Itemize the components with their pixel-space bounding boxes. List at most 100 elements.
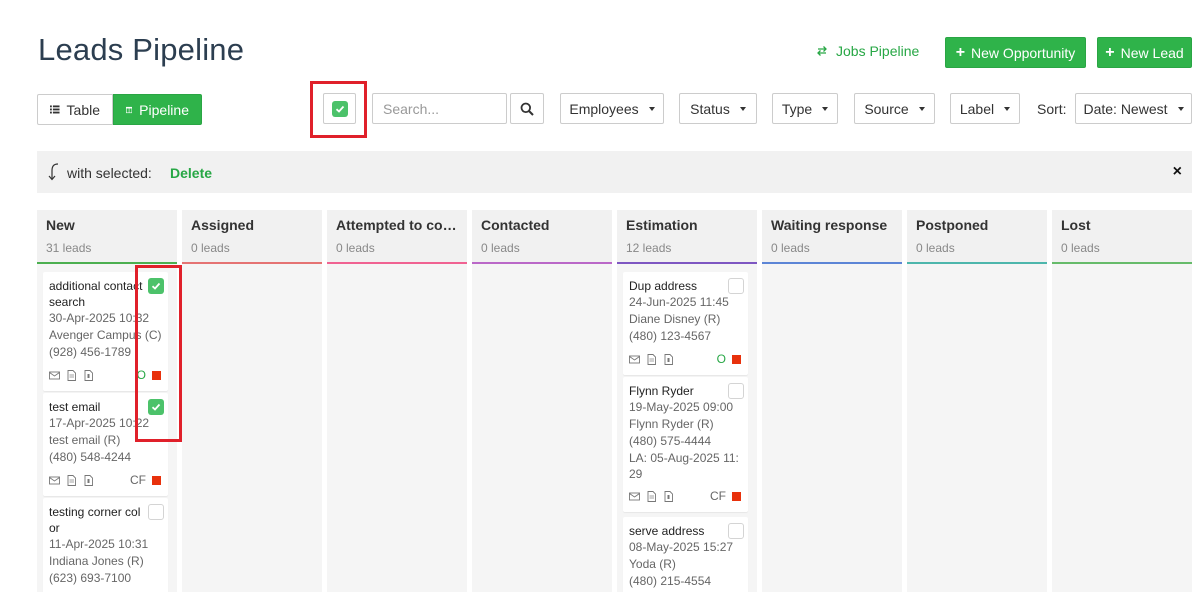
lead-select-checkbox[interactable]	[728, 523, 744, 542]
column-lead-count: 12 leads	[626, 241, 672, 255]
attachment-doc-icon	[84, 475, 93, 486]
column-title: New	[46, 217, 75, 233]
lead-contact: Avenger Campus (C)	[49, 328, 162, 342]
bulk-action-bar: with selected: Delete ×	[37, 151, 1192, 193]
checkbox-checked-icon	[148, 399, 164, 415]
column-header[interactable]: New 31 leads	[37, 210, 177, 264]
view-toggle: Table Pipeline	[37, 94, 202, 125]
delete-selected-link[interactable]: Delete	[170, 165, 212, 181]
priority-square-icon	[152, 476, 161, 485]
mail-icon	[49, 476, 60, 485]
lead-tag: O	[136, 368, 146, 382]
mail-icon	[49, 371, 60, 380]
column-header[interactable]: Postponed 0 leads	[907, 210, 1047, 264]
lead-card[interactable]: test email 17-Apr-2025 10:22 test email (R…	[43, 393, 168, 496]
column-color-bar	[1052, 262, 1192, 264]
lead-card[interactable]: Flynn Ryder 19-May-2025 09:00 Flynn Ryder …	[623, 377, 748, 512]
new-lead-label: New Lead	[1120, 44, 1184, 61]
lead-select-checkbox[interactable]	[148, 504, 164, 523]
lead-title: Flynn Ryder	[629, 384, 694, 398]
lead-date: 30-Apr-2025 10:32	[49, 311, 150, 325]
employees-dropdown[interactable]: Employees	[560, 93, 664, 124]
column-color-bar	[327, 262, 467, 264]
lead-select-checkbox[interactable]	[728, 383, 744, 402]
search-button[interactable]	[510, 93, 544, 124]
checkbox-empty-icon	[728, 278, 744, 294]
new-lead-button[interactable]: + New Lead	[1097, 37, 1192, 68]
column-title: Estimation	[626, 217, 698, 233]
priority-square-icon	[732, 355, 741, 364]
plus-icon: +	[955, 43, 966, 61]
pipeline-column: New 31 leads additional contact search 30-A…	[37, 210, 177, 592]
new-opportunity-label: New Opportunity	[971, 44, 1076, 61]
new-opportunity-button[interactable]: + New Opportunity	[945, 37, 1086, 68]
column-title: Attempted to contact	[336, 217, 458, 233]
search-input[interactable]	[372, 93, 507, 124]
column-header[interactable]: Contacted 0 leads	[472, 210, 612, 264]
close-icon[interactable]: ×	[1173, 163, 1182, 181]
lead-card[interactable]: testing corner color 11-Apr-2025 10:31 Ind…	[43, 498, 168, 592]
lead-phone: (623) 693-7100	[49, 571, 132, 585]
column-header[interactable]: Attempted to contact 0 leads	[327, 210, 467, 264]
lead-select-checkbox[interactable]	[148, 399, 164, 415]
column-header[interactable]: Assigned 0 leads	[182, 210, 322, 264]
corner-arrow-icon	[48, 163, 59, 181]
lead-card[interactable]: serve address 08-May-2025 15:27 Yoda (R) (4…	[623, 517, 748, 592]
lead-title: testing corner color	[49, 505, 141, 535]
pipeline-column: Lost 0 leads	[1052, 210, 1192, 592]
lead-contact: Indiana Jones (R)	[49, 554, 144, 568]
pipeline-column: Postponed 0 leads	[907, 210, 1047, 592]
caret-down-icon	[822, 106, 829, 111]
jobs-pipeline-link[interactable]: Jobs Pipeline	[816, 43, 919, 59]
pipeline-column: Attempted to contact 0 leads	[327, 210, 467, 592]
lead-select-checkbox[interactable]	[728, 278, 744, 297]
lead-contact: Yoda (R)	[629, 557, 676, 571]
lead-contact: test email (R)	[49, 433, 121, 447]
lead-card[interactable]: additional contact search 30-Apr-2025 10:…	[43, 272, 168, 391]
pipeline-column: Assigned 0 leads	[182, 210, 322, 592]
lead-title: additional contact search	[49, 279, 143, 309]
source-dropdown[interactable]: Source	[854, 93, 935, 124]
pipeline-view-label: Pipeline	[139, 101, 189, 118]
type-label: Type	[781, 100, 813, 117]
priority-square-icon	[152, 371, 161, 380]
with-selected-label: with selected:	[67, 165, 152, 181]
mail-icon	[629, 492, 640, 501]
lead-phone: (928) 456-1789	[49, 345, 132, 359]
type-dropdown[interactable]: Type	[772, 93, 838, 124]
table-view-button[interactable]: Table	[37, 94, 113, 125]
column-color-bar	[762, 262, 902, 264]
document-icon	[67, 475, 76, 486]
lead-card-footer: O	[49, 367, 162, 385]
mail-icon	[629, 355, 640, 364]
pipeline-view-button[interactable]: Pipeline	[113, 94, 202, 125]
status-dropdown[interactable]: Status	[679, 93, 757, 124]
select-all-checkbox[interactable]	[323, 93, 356, 124]
lead-date: 24-Jun-2025 11:45	[629, 295, 729, 309]
table-view-label: Table	[66, 101, 100, 118]
lead-date: 11-Apr-2025 10:31	[49, 537, 149, 551]
attachment-doc-icon	[84, 370, 93, 381]
attachment-doc-icon	[664, 354, 673, 365]
jobs-pipeline-label: Jobs Pipeline	[836, 43, 920, 59]
column-title: Assigned	[191, 217, 255, 233]
column-header[interactable]: Estimation 12 leads	[617, 210, 757, 264]
column-header[interactable]: Waiting response 0 leads	[762, 210, 902, 264]
columns-icon	[126, 106, 133, 113]
column-title: Lost	[1061, 217, 1091, 233]
column-lead-count: 0 leads	[481, 241, 520, 255]
source-label: Source	[864, 100, 909, 117]
lead-select-checkbox[interactable]	[148, 278, 164, 294]
plus-icon: +	[1105, 43, 1115, 61]
lead-title: serve address	[629, 524, 705, 538]
column-title: Contacted	[481, 217, 550, 233]
pipeline-column: Estimation 12 leads Dup address 24-Jun-2025…	[617, 210, 757, 592]
lead-card[interactable]: Dup address 24-Jun-2025 11:45 Diane Disney…	[623, 272, 748, 375]
lead-phone: (480) 123-4567	[629, 329, 712, 343]
page-title: Leads Pipeline	[38, 32, 245, 67]
sort-dropdown[interactable]: Date: Newest	[1075, 93, 1192, 124]
checkbox-empty-icon	[148, 504, 164, 520]
column-header[interactable]: Lost 0 leads	[1052, 210, 1192, 264]
label-dropdown[interactable]: Label	[950, 93, 1020, 124]
lead-title: test email	[49, 400, 101, 414]
